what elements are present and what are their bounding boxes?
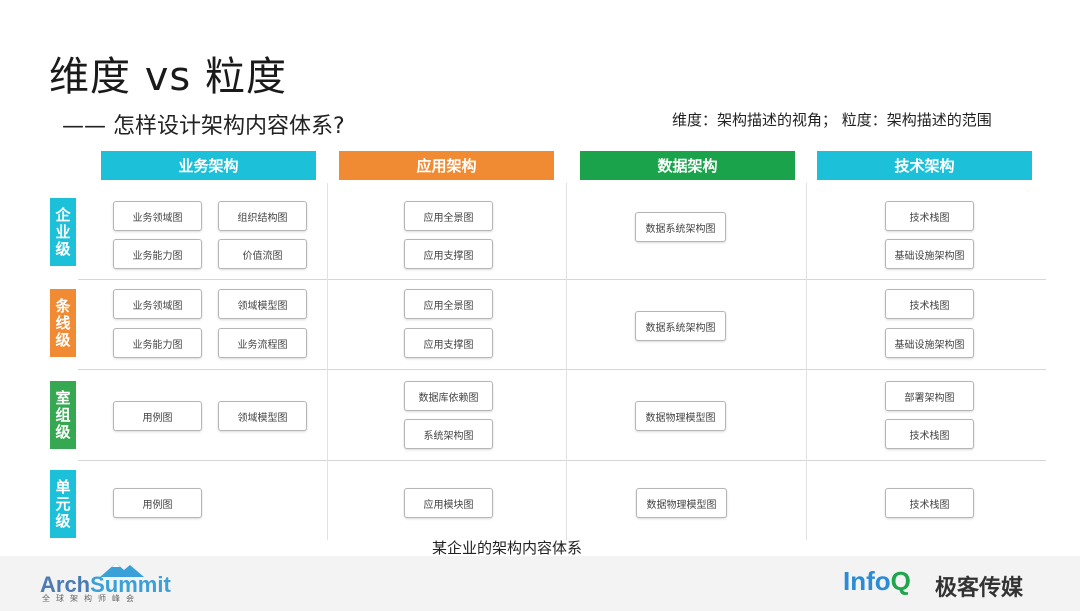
diagram-box[interactable]: 组织结构图 bbox=[218, 201, 307, 231]
diagram-caption: 某企业的架构内容体系 bbox=[432, 539, 583, 557]
diagram-box[interactable]: 应用全景图 bbox=[404, 201, 493, 231]
row-label-team: 室组级 bbox=[50, 381, 76, 449]
column-header-application: 应用架构 bbox=[339, 151, 554, 180]
diagram-box[interactable]: 技术栈图 bbox=[885, 488, 974, 518]
legend-note: 维度：架构描述的视角； 粒度：架构描述的范围 bbox=[672, 111, 992, 129]
diagram-box[interactable]: 基础设施架构图 bbox=[885, 239, 974, 269]
diagram-box[interactable]: 应用模块图 bbox=[404, 488, 493, 518]
diagram-box[interactable]: 数据库依赖图 bbox=[404, 381, 493, 411]
infoq-logo: InfoQ bbox=[843, 566, 911, 597]
geek-media-logo: 极客传媒 bbox=[935, 576, 1024, 601]
infoq-logo-part: Info bbox=[843, 566, 891, 596]
column-divider bbox=[327, 183, 328, 540]
diagram-box[interactable]: 领域模型图 bbox=[218, 289, 307, 319]
column-header-data: 数据架构 bbox=[580, 151, 795, 180]
infoq-logo-part: Q bbox=[890, 566, 911, 596]
row-divider bbox=[78, 279, 1046, 280]
diagram-box[interactable]: 技术栈图 bbox=[885, 419, 974, 449]
diagram-box[interactable]: 应用全景图 bbox=[404, 289, 493, 319]
diagram-box[interactable]: 数据系统架构图 bbox=[635, 212, 726, 242]
row-label-text: 企业级 bbox=[55, 205, 71, 258]
diagram-box[interactable]: 数据系统架构图 bbox=[635, 311, 726, 341]
diagram-box[interactable]: 价值流图 bbox=[218, 239, 307, 269]
row-label-text: 条线级 bbox=[55, 296, 71, 349]
column-header-technology: 技术架构 bbox=[817, 151, 1032, 180]
row-divider bbox=[78, 460, 1046, 461]
archsummit-tagline: 全球架构师峰会 bbox=[42, 594, 140, 603]
diagram-box[interactable]: 用例图 bbox=[113, 488, 202, 518]
diagram-box[interactable]: 用例图 bbox=[113, 401, 202, 431]
page-title: 维度 vs 粒度 bbox=[49, 54, 287, 100]
column-header-business: 业务架构 bbox=[101, 151, 316, 180]
diagram-box[interactable]: 业务流程图 bbox=[218, 328, 307, 358]
diagram-box[interactable]: 应用支撑图 bbox=[404, 239, 493, 269]
diagram-box[interactable]: 领域模型图 bbox=[218, 401, 307, 431]
row-label-unit: 单元级 bbox=[50, 470, 76, 538]
diagram-box[interactable]: 业务能力图 bbox=[113, 239, 202, 269]
diagram-box[interactable]: 业务领域图 bbox=[113, 201, 202, 231]
row-label-text: 单元级 bbox=[55, 477, 71, 530]
row-divider bbox=[78, 369, 1046, 370]
column-divider bbox=[806, 183, 807, 540]
diagram-box[interactable]: 基础设施架构图 bbox=[885, 328, 974, 358]
diagram-box[interactable]: 数据物理模型图 bbox=[635, 401, 726, 431]
diagram-box[interactable]: 系统架构图 bbox=[404, 419, 493, 449]
diagram-box[interactable]: 技术栈图 bbox=[885, 289, 974, 319]
page-subtitle: —— 怎样设计架构内容体系? bbox=[62, 114, 345, 139]
diagram-box[interactable]: 业务领域图 bbox=[113, 289, 202, 319]
diagram-box[interactable]: 部署架构图 bbox=[885, 381, 974, 411]
column-divider bbox=[566, 183, 567, 540]
diagram-box[interactable]: 应用支撑图 bbox=[404, 328, 493, 358]
row-label-enterprise: 企业级 bbox=[50, 198, 76, 266]
row-label-line: 条线级 bbox=[50, 289, 76, 357]
diagram-box[interactable]: 技术栈图 bbox=[885, 201, 974, 231]
row-label-text: 室组级 bbox=[55, 388, 71, 441]
diagram-box[interactable]: 业务能力图 bbox=[113, 328, 202, 358]
diagram-box[interactable]: 数据物理模型图 bbox=[636, 488, 727, 518]
